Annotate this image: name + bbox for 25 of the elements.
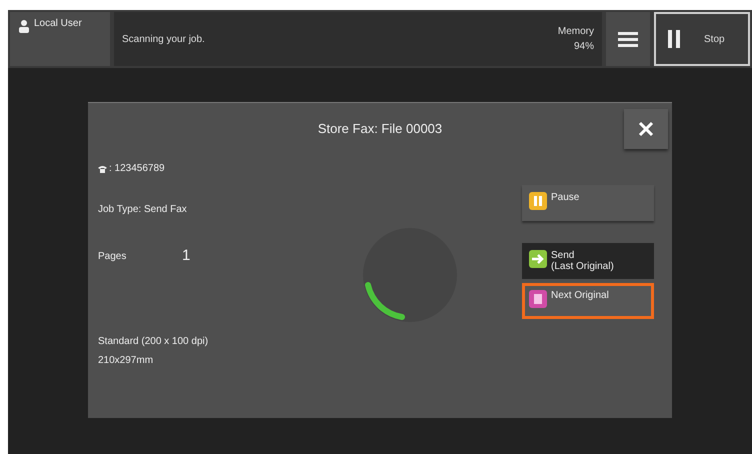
pages-count: 1 — [182, 246, 190, 266]
user-icon — [18, 19, 30, 33]
pages-label: Pages — [98, 250, 128, 264]
memory-label: Memory — [558, 25, 594, 39]
menu-button[interactable] — [606, 12, 650, 66]
phone-icon — [98, 164, 107, 172]
send-button[interactable]: Send (Last Original) — [522, 243, 654, 279]
close-button[interactable] — [624, 109, 668, 149]
menu-icon — [618, 31, 638, 47]
user-panel[interactable]: Local User — [10, 12, 110, 66]
paper-size: 210x297mm — [98, 354, 154, 368]
resolution-text: Standard (200 x 100 dpi) — [98, 334, 210, 348]
pause-icon — [529, 192, 547, 210]
pause-button[interactable]: Pause — [522, 185, 654, 221]
document-icon — [529, 290, 547, 308]
user-label: Local User — [34, 17, 82, 31]
job-type: Job Type: Send Fax — [98, 203, 188, 217]
status-message: Scanning your job. — [122, 32, 205, 46]
stop-button[interactable]: Stop — [654, 12, 750, 66]
pause-icon — [668, 30, 680, 48]
next-button[interactable]: Next Original — [522, 283, 654, 319]
fax-number: : 123456789 — [109, 162, 165, 176]
memory-value: 94% — [574, 40, 594, 54]
dialog-title: Store Fax: File 00003 — [318, 120, 442, 138]
close-icon — [638, 121, 654, 137]
